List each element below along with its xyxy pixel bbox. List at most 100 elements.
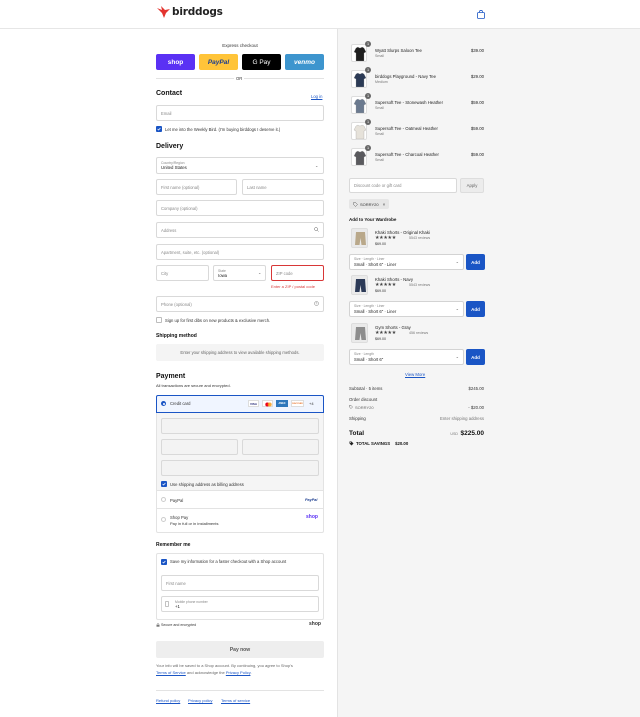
shop-pay-button[interactable]: shop	[156, 54, 195, 70]
recommendation-price: $69.00	[375, 337, 386, 341]
save-info-label: Save my information for a faster checkou…	[170, 559, 287, 564]
email-input[interactable]: Email	[156, 105, 324, 121]
card-number-input[interactable]	[161, 418, 319, 434]
shop-pay-radio[interactable]	[161, 517, 166, 522]
bird-logo-icon	[157, 6, 170, 18]
total-row: Total USD $225.00	[349, 430, 484, 440]
product-name: Wyatt Slurps Saloon Tee	[375, 48, 422, 53]
delivery-heading: Delivery	[156, 143, 184, 150]
billing-same-checkbox[interactable]	[161, 481, 167, 487]
subtotal-row: Subtotal · 5 items $245.00	[349, 386, 484, 391]
last-name-input[interactable]: Last name	[242, 179, 324, 195]
visa-icon: VISA	[248, 400, 259, 407]
signup-label: Sign up for first dibs on new products &…	[165, 318, 271, 323]
first-name-input[interactable]: First name (optional)	[156, 179, 237, 195]
variant-select[interactable]: Size · Length · Liner Small · Short 6" · …	[349, 254, 464, 270]
shop-terms-link[interactable]: Terms of Service	[156, 670, 186, 675]
paypal-button[interactable]: PayPal	[199, 54, 238, 70]
savings-label: TOTAL SAVINGS	[356, 441, 391, 446]
discount-value: - $20.00	[468, 405, 484, 410]
zip-input[interactable]: ZIP code	[271, 265, 324, 281]
variant-select-label: Size · Length · Liner	[354, 304, 385, 308]
review-count: 5543 reviews	[409, 283, 431, 287]
remember-first-name-input[interactable]: First name	[161, 575, 319, 591]
add-to-cart-button[interactable]: Add	[466, 254, 485, 270]
variant-select-value: Small · Short 6"	[354, 357, 384, 362]
billing-same-label: Use shipping address as billing address	[170, 482, 244, 487]
payment-heading: Payment	[156, 373, 186, 380]
pay-now-button[interactable]: Pay now	[156, 641, 324, 658]
express-checkout-title: Express checkout	[222, 43, 258, 48]
site-header: birddogs	[0, 0, 640, 29]
privacy-policy-link[interactable]: Privacy policy	[188, 698, 212, 703]
city-input[interactable]: City	[156, 265, 209, 281]
rating-stars: ★★★★★	[375, 282, 396, 288]
product-thumbnail	[351, 44, 367, 62]
chevron-down-icon: ⌄	[455, 306, 459, 311]
rating-stars: ★★★★★	[375, 235, 396, 241]
newsletter-label: Let me into the Weekly Bird. (I'm buying…	[165, 127, 281, 132]
login-link[interactable]: Log in	[311, 94, 322, 99]
address-input[interactable]: Address	[156, 222, 324, 238]
help-icon[interactable]: ?	[314, 301, 319, 308]
discount-input[interactable]: Discount code or gift card	[349, 178, 457, 193]
shop-logo: shop	[306, 514, 318, 520]
phone-input[interactable]: Phone (optional)	[156, 296, 324, 312]
discover-icon: DISCOVER	[291, 400, 304, 407]
add-to-cart-button[interactable]: Add	[466, 301, 485, 317]
refund-policy-link[interactable]: Refund policy	[156, 698, 180, 703]
newsletter-checkbox[interactable]	[156, 126, 162, 132]
google-pay-button[interactable]: G Pay	[242, 54, 281, 70]
recommendation-thumbnail	[351, 228, 368, 248]
card-name-input[interactable]	[161, 460, 319, 476]
terms-of-service-link[interactable]: Terms of service	[221, 698, 250, 703]
variant-select[interactable]: Size · Length Small · Short 6" ⌄	[349, 349, 464, 365]
mobile-phone-input[interactable]: Mobile phone number +1	[161, 596, 319, 612]
view-more-link[interactable]: View More	[405, 372, 425, 377]
review-count: 5543 reviews	[409, 236, 431, 240]
remember-me-heading: Remember me	[156, 542, 191, 548]
rating-stars: ★★★★★	[375, 330, 396, 336]
company-input[interactable]: Company (optional)	[156, 200, 324, 216]
amex-icon: AMEX	[276, 400, 288, 407]
search-icon	[314, 227, 319, 234]
wardrobe-heading: Add to Your Wardrobe	[349, 217, 397, 222]
country-select[interactable]: Country/Region United States	[156, 157, 324, 174]
paypal-radio[interactable]	[161, 497, 166, 502]
apply-button[interactable]: Apply	[460, 178, 484, 193]
shop-privacy-link[interactable]: Privacy Policy	[226, 670, 251, 675]
apartment-input[interactable]: Apartment, suite, etc. (optional)	[156, 244, 324, 260]
card-cvv-input[interactable]	[242, 439, 319, 455]
venmo-button[interactable]: venmo	[285, 54, 324, 70]
chevron-down-icon: ⌄	[315, 163, 319, 168]
product-thumbnail	[351, 148, 367, 166]
tag-icon	[353, 201, 358, 207]
more-cards-count: +4	[309, 401, 314, 406]
savings-tag-icon	[349, 441, 354, 446]
review-count: 456 reviews	[409, 331, 429, 335]
legal-text-line2: Terms of Service and acknowledge the Pri…	[156, 670, 252, 675]
shipping-heading: Shipping method	[156, 333, 197, 339]
brand-name: birddogs	[172, 6, 223, 18]
svg-text:?: ?	[316, 302, 318, 306]
discount-tag-code: SORRY20	[360, 201, 379, 207]
credit-card-radio[interactable]	[161, 401, 166, 406]
save-info-checkbox[interactable]	[161, 559, 167, 565]
signup-checkbox[interactable]	[156, 317, 162, 323]
contact-heading: Contact	[156, 90, 183, 97]
credit-card-label: Credit card	[170, 401, 191, 406]
shopping-bag-icon[interactable]	[477, 9, 485, 21]
add-to-cart-button[interactable]: Add	[466, 349, 485, 365]
subtotal-value: $245.00	[468, 386, 484, 391]
remove-discount-icon[interactable]: ×	[383, 202, 386, 207]
shop-logo-small: shop	[309, 621, 321, 627]
brand-logo[interactable]: birddogs	[157, 6, 223, 18]
quantity-badge: 1	[365, 41, 371, 47]
total-value: $225.00	[460, 430, 485, 437]
product-variant: Small	[375, 158, 384, 162]
variant-select[interactable]: Size · Length · Liner Small · Short 6" · …	[349, 301, 464, 317]
card-expiry-input[interactable]	[161, 439, 238, 455]
zip-error: Enter a ZIP / postal code	[271, 284, 315, 289]
or-divider-label: OR	[234, 76, 245, 81]
savings-value: $20.00	[395, 441, 409, 446]
